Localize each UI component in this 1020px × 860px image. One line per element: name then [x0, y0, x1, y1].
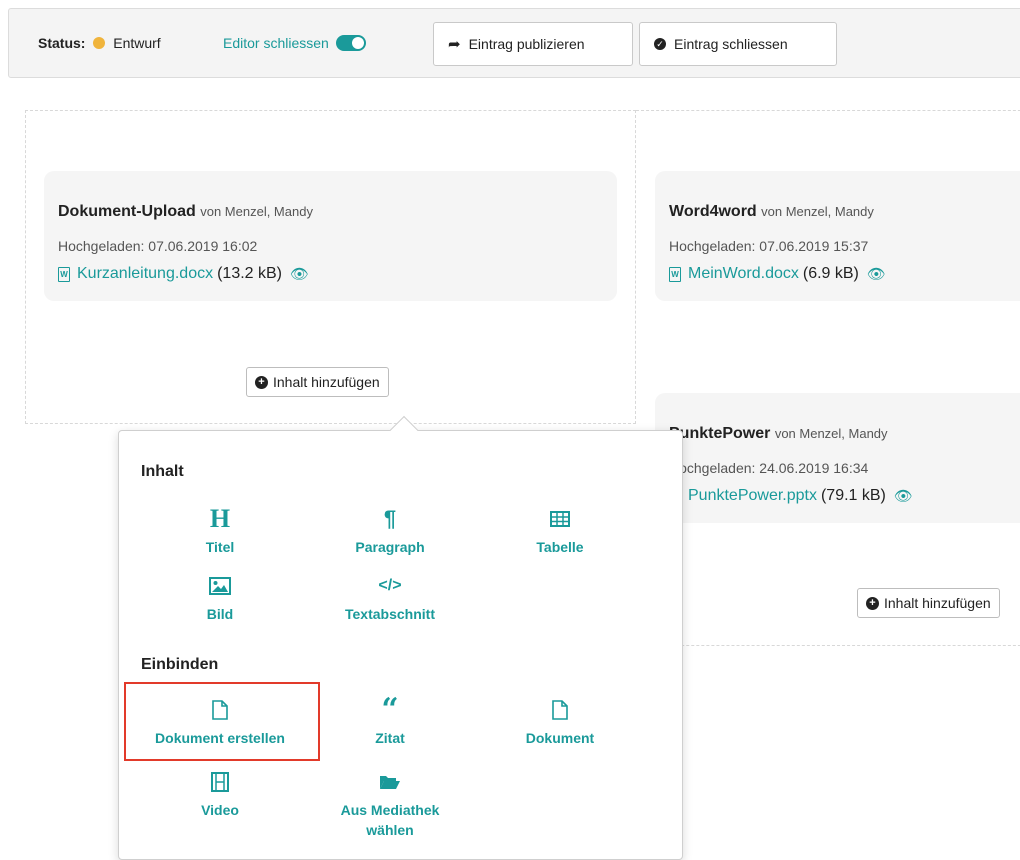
add-content-button[interactable]: + Inhalt hinzufügen	[246, 367, 389, 397]
add-content-popover: Inhalt H Titel ¶ Paragraph Tabelle Bild …	[118, 430, 683, 860]
card-upload-date: Hochgeladen: 07.06.2019 16:02	[58, 238, 258, 254]
word-file-icon: W	[669, 266, 681, 282]
section-heading-embed: Einbinden	[141, 656, 219, 673]
plus-circle-icon: +	[866, 596, 879, 610]
eye-icon[interactable]: 👁	[867, 265, 886, 283]
file-link[interactable]: PunktePower.pptx	[688, 487, 817, 505]
card-title-text: Word4word	[669, 203, 757, 220]
status-value: Entwurf	[113, 35, 161, 51]
file-link[interactable]: Kurzanleitung.docx	[77, 265, 213, 283]
card-file: W Kurzanleitung.docx (13.2 kB) 👁	[58, 265, 309, 283]
menu-item-text-section[interactable]: </> Textabschnitt	[315, 574, 465, 624]
paragraph-icon: ¶	[383, 506, 397, 531]
plus-circle-icon: +	[255, 375, 268, 389]
menu-item-image[interactable]: Bild	[145, 574, 295, 624]
menu-item-label: Textabschnitt	[345, 606, 435, 622]
check-circle-icon: ✓	[654, 38, 666, 50]
folder-open-icon	[315, 770, 465, 794]
document-card: Word4word von Menzel, Mandy Hochgeladen:…	[655, 171, 1020, 301]
word-file-icon: W	[58, 266, 70, 282]
menu-item-table[interactable]: Tabelle	[485, 507, 635, 557]
card-upload-date: Hochgeladen: 24.06.2019 16:34	[669, 460, 869, 476]
card-title: PunktePower von Menzel, Mandy	[669, 425, 888, 443]
file-link[interactable]: MeinWord.docx	[688, 265, 799, 283]
status-label: Status:	[38, 35, 86, 51]
card-title: Dokument-Upload von Menzel, Mandy	[58, 203, 313, 221]
card-title-text: Dokument-Upload	[58, 203, 196, 220]
menu-item-label: Dokument erstellen	[155, 730, 285, 746]
heading-icon: H	[209, 504, 231, 533]
menu-item-video[interactable]: Video	[145, 770, 295, 820]
document-card: PunktePower von Menzel, Mandy Hochgelade…	[655, 393, 1020, 523]
card-author: von Menzel, Mandy	[200, 204, 313, 219]
table-icon	[485, 507, 635, 531]
menu-item-label: Titel	[205, 539, 235, 555]
menu-item-create-document[interactable]: Dokument erstellen	[145, 698, 295, 748]
publish-entry-label: Eintrag publizieren	[468, 36, 585, 52]
image-icon	[145, 574, 295, 598]
eye-icon[interactable]: 👁	[290, 265, 309, 283]
editor-close-toggle[interactable]: Editor schliessen	[223, 35, 366, 51]
add-content-label: Inhalt hinzufügen	[273, 374, 380, 390]
close-entry-label: Eintrag schliessen	[674, 36, 788, 52]
menu-item-title[interactable]: H Titel	[145, 504, 295, 557]
add-content-button[interactable]: + Inhalt hinzufügen	[857, 588, 1000, 618]
menu-item-quote[interactable]: “ Zitat	[315, 692, 465, 748]
menu-item-label: Zitat	[375, 730, 405, 746]
publish-entry-button[interactable]: ➦ Eintrag publizieren	[433, 22, 633, 66]
menu-item-paragraph[interactable]: ¶ Paragraph	[315, 506, 465, 557]
editor-close-label: Editor schliessen	[223, 35, 329, 51]
menu-item-media-library[interactable]: Aus Mediathek wählen	[315, 770, 465, 840]
menu-item-label: Bild	[206, 606, 234, 622]
toggle-switch-icon[interactable]	[335, 35, 366, 51]
status-dot-icon	[93, 37, 106, 49]
status-indicator: Status: Entwurf	[38, 35, 161, 51]
card-title: Word4word von Menzel, Mandy	[669, 203, 874, 221]
card-file: W MeinWord.docx (6.9 kB) 👁	[669, 265, 886, 283]
file-icon	[145, 698, 295, 722]
menu-item-label: Video	[201, 802, 239, 818]
menu-item-label: Tabelle	[536, 539, 584, 555]
card-upload-date: Hochgeladen: 07.06.2019 15:37	[669, 238, 869, 254]
share-arrow-icon: ➦	[448, 36, 461, 53]
film-icon	[145, 770, 295, 794]
file-size: (6.9 kB)	[802, 265, 859, 282]
card-author: von Menzel, Mandy	[774, 426, 888, 441]
add-content-label: Inhalt hinzufügen	[884, 595, 991, 611]
section-heading-content: Inhalt	[141, 463, 184, 480]
menu-item-document[interactable]: Dokument	[485, 698, 635, 748]
card-author: von Menzel, Mandy	[761, 204, 874, 219]
menu-item-label: Paragraph	[355, 539, 425, 555]
menu-item-label: Aus Mediathek wählen	[340, 802, 440, 838]
eye-icon[interactable]: 👁	[894, 487, 913, 505]
editor-toolbar: Status: Entwurf Editor schliessen ➦ Eint…	[8, 8, 1020, 78]
file-size: (13.2 kB)	[217, 265, 283, 282]
card-title-text: PunktePower	[669, 425, 771, 442]
close-entry-button[interactable]: ✓ Eintrag schliessen	[639, 22, 837, 66]
quote-icon: “	[381, 692, 399, 727]
file-icon	[485, 698, 635, 722]
card-file: P PunktePower.pptx (79.1 kB) 👁	[669, 487, 913, 505]
file-size: (79.1 kB)	[820, 487, 886, 504]
document-card: Dokument-Upload von Menzel, Mandy Hochge…	[44, 171, 617, 301]
code-icon: </>	[378, 577, 402, 594]
menu-item-label: Dokument	[525, 730, 595, 746]
